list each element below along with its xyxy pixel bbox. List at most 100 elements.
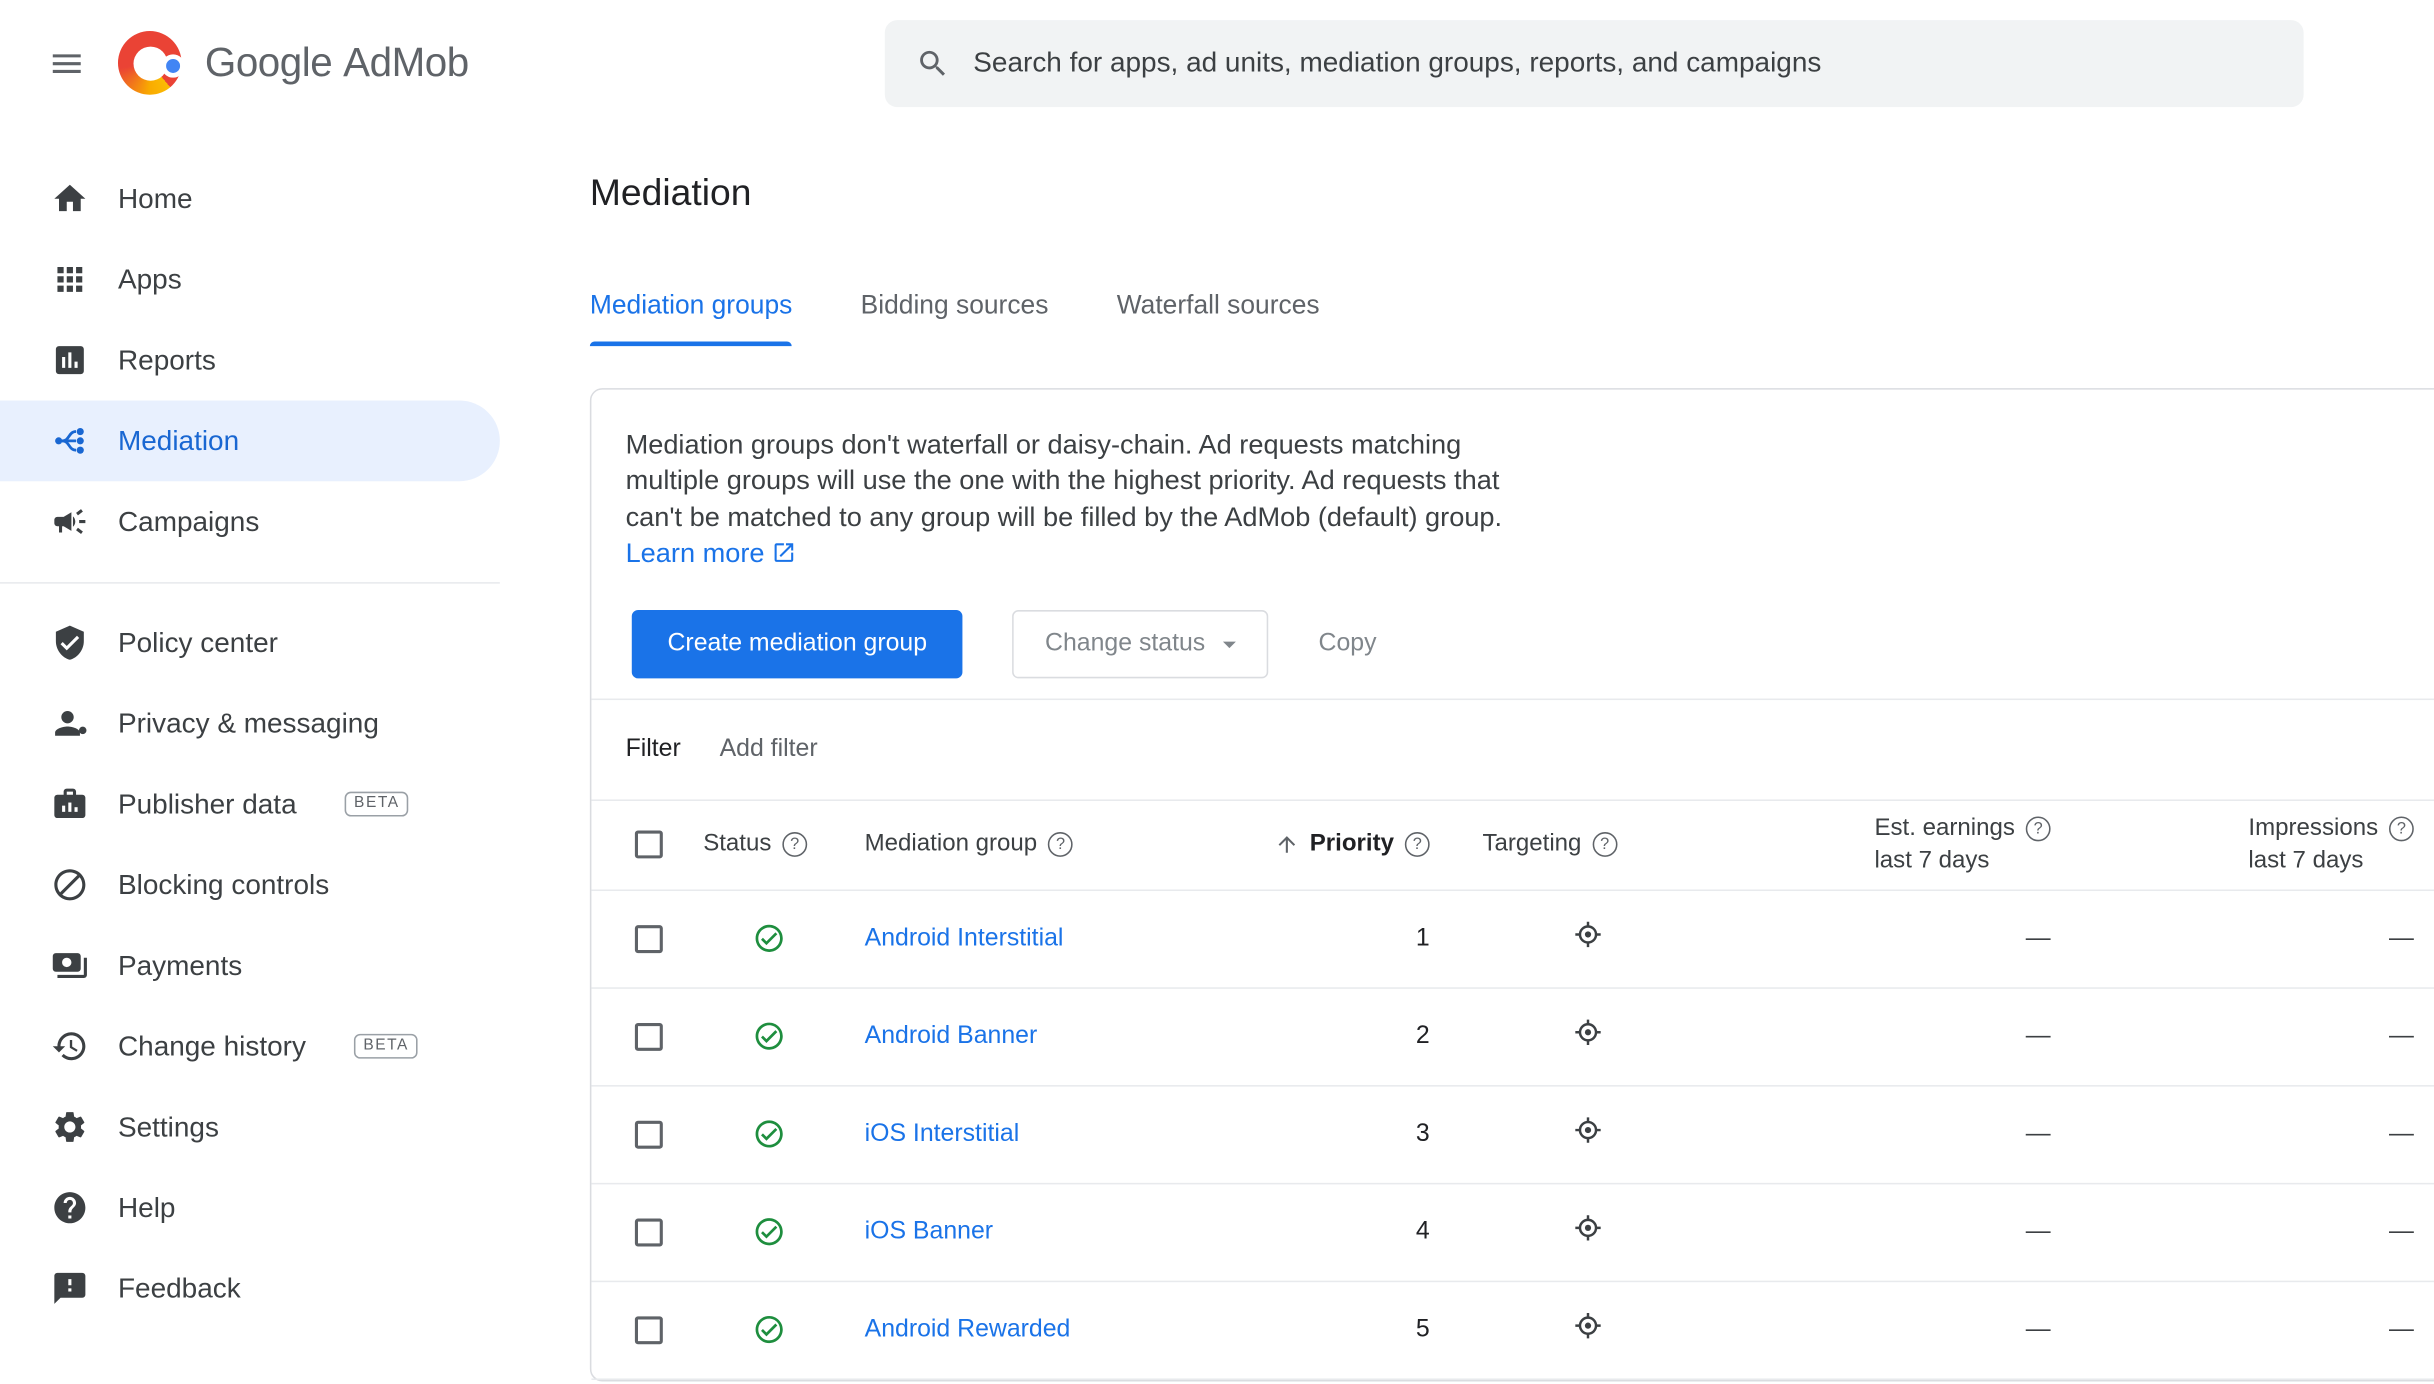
filter-bar: Filter Add filter xyxy=(591,700,2434,799)
global-search-bar[interactable] xyxy=(884,19,2304,107)
row-checkbox[interactable] xyxy=(634,1315,663,1344)
tab-bidding-sources[interactable]: Bidding sources xyxy=(861,290,1049,346)
action-bar: Create mediation group Change status Cop… xyxy=(591,572,2434,698)
admob-logo-text: Google AdMob xyxy=(204,38,469,86)
help-icon[interactable]: ? xyxy=(2388,815,2414,841)
mediation-group-link[interactable]: Android Interstitial xyxy=(865,925,1064,951)
sidebar-item-privacy-messaging[interactable]: Privacy & messaging xyxy=(0,683,500,764)
mediation-description: Mediation groups don't waterfall or dais… xyxy=(591,390,2434,573)
sidebar-item-settings[interactable]: Settings xyxy=(0,1087,500,1168)
create-mediation-group-button[interactable]: Create mediation group xyxy=(631,609,963,678)
impressions-value: — xyxy=(2388,1022,2414,1049)
row-checkbox[interactable] xyxy=(634,924,663,953)
priority-value: 1 xyxy=(1415,924,1430,951)
sidebar-item-label: Apps xyxy=(117,263,182,295)
row-checkbox[interactable] xyxy=(634,1217,663,1246)
help-icon[interactable]: ? xyxy=(1048,832,1073,858)
earnings-value: — xyxy=(2025,924,2051,951)
sidebar-item-blocking-controls[interactable]: Blocking controls xyxy=(0,844,500,925)
sidebar-item-label: Publisher data xyxy=(117,787,297,819)
sidebar-item-mediation[interactable]: Mediation xyxy=(0,400,500,482)
status-active-icon xyxy=(755,924,783,953)
copy-button[interactable]: Copy xyxy=(1319,630,1377,658)
mediation-group-link[interactable]: Android Rewarded xyxy=(865,1316,1071,1342)
impressions-value: — xyxy=(2388,1217,2414,1245)
sidebar-item-help[interactable]: Help xyxy=(0,1167,500,1248)
help-icon[interactable]: ? xyxy=(1592,832,1618,858)
targeting-icon[interactable] xyxy=(1572,1310,1603,1341)
mediation-group-link[interactable]: iOS Interstitial xyxy=(865,1120,1020,1146)
admob-logo[interactable]: Google AdMob xyxy=(117,31,469,95)
table-header-row: Status? Mediation group? Priority? Targe… xyxy=(591,800,2434,891)
column-header-mediation-group[interactable]: Mediation group? xyxy=(865,831,1269,859)
column-header-priority[interactable]: Priority? xyxy=(1274,831,1451,859)
column-header-targeting[interactable]: Targeting? xyxy=(1451,831,1793,859)
learn-more-link[interactable]: Learn more xyxy=(626,537,796,568)
table-row: Android Banner 2 — — xyxy=(591,988,2434,1087)
column-header-est-earnings[interactable]: Est. earnings? last 7 days xyxy=(1874,814,2087,875)
sidebar-item-label: Privacy & messaging xyxy=(117,707,379,739)
priority-value: 5 xyxy=(1415,1315,1430,1343)
mediation-group-link[interactable]: iOS Banner xyxy=(865,1218,993,1244)
sidebar-item-label: Home xyxy=(117,182,193,214)
priority-value: 4 xyxy=(1415,1217,1430,1245)
sidebar-item-feedback[interactable]: Feedback xyxy=(0,1248,500,1329)
search-input[interactable] xyxy=(973,46,2273,80)
tab-mediation-groups[interactable]: Mediation groups xyxy=(589,290,793,347)
impressions-value: — xyxy=(2388,1315,2414,1343)
help-icon xyxy=(54,1192,86,1224)
hamburger-menu-icon[interactable] xyxy=(31,27,102,98)
admob-logo-icon xyxy=(117,31,185,95)
targeting-icon[interactable] xyxy=(1572,1115,1603,1146)
targeting-icon[interactable] xyxy=(1572,1213,1603,1244)
row-checkbox[interactable] xyxy=(634,1022,663,1051)
sidebar-item-label: Blocking controls xyxy=(117,868,330,900)
sidebar-item-label: Policy center xyxy=(117,626,278,658)
sidebar-item-reports[interactable]: Reports xyxy=(0,320,500,401)
payments-icon xyxy=(52,953,87,978)
sidebar-item-policy-center[interactable]: Policy center xyxy=(0,602,500,683)
sidebar-item-payments[interactable]: Payments xyxy=(0,925,500,1006)
row-checkbox[interactable] xyxy=(634,1120,663,1149)
status-active-icon xyxy=(755,1022,783,1050)
add-filter-button[interactable]: Add filter xyxy=(720,735,818,763)
block-icon xyxy=(54,869,86,901)
column-header-impressions[interactable]: Impressions? last 7 days xyxy=(2248,814,2434,875)
sidebar-item-label: Feedback xyxy=(117,1272,241,1304)
help-icon[interactable]: ? xyxy=(1404,832,1430,858)
mediation-icon xyxy=(55,427,84,454)
select-all-checkbox[interactable] xyxy=(634,830,663,859)
sidebar-item-apps[interactable]: Apps xyxy=(0,239,500,320)
sidebar-item-publisher-data[interactable]: Publisher data BETA xyxy=(0,764,500,845)
sidebar-item-home[interactable]: Home xyxy=(0,158,500,239)
tab-waterfall-sources[interactable]: Waterfall sources xyxy=(1117,290,1320,346)
beta-badge: BETA xyxy=(344,791,409,817)
megaphone-icon xyxy=(54,509,86,534)
sidebar-item-campaigns[interactable]: Campaigns xyxy=(0,481,500,562)
sidebar-item-label: Payments xyxy=(117,949,243,981)
mediation-groups-card: Mediation groups don't waterfall or dais… xyxy=(589,388,2434,1381)
status-active-icon xyxy=(755,1218,783,1246)
help-icon[interactable]: ? xyxy=(782,832,808,858)
status-active-icon xyxy=(755,1316,783,1344)
column-header-status[interactable]: Status? xyxy=(703,831,864,859)
targeting-icon[interactable] xyxy=(1572,1017,1603,1048)
mediation-group-link[interactable]: Android Banner xyxy=(865,1022,1038,1048)
earnings-value: — xyxy=(2025,1315,2051,1343)
priority-value: 2 xyxy=(1415,1022,1430,1049)
sidebar-item-label: Help xyxy=(117,1191,176,1223)
earnings-value: — xyxy=(2025,1120,2051,1147)
help-icon[interactable]: ? xyxy=(2025,815,2051,841)
targeting-icon[interactable] xyxy=(1572,919,1603,950)
sidebar-item-label: Settings xyxy=(117,1110,219,1142)
table-row: iOS Interstitial 3 — — xyxy=(591,1086,2434,1184)
feedback-icon xyxy=(54,1272,86,1304)
shield-check-icon xyxy=(55,625,84,660)
sidebar-item-change-history[interactable]: Change history BETA xyxy=(0,1006,500,1087)
impressions-value: — xyxy=(2388,924,2414,951)
sidebar-item-label: Campaigns xyxy=(117,505,260,537)
chevron-down-icon xyxy=(1223,641,1237,648)
external-link-icon xyxy=(773,543,793,563)
briefcase-icon xyxy=(54,788,86,819)
change-status-button[interactable]: Change status xyxy=(1012,609,1269,678)
